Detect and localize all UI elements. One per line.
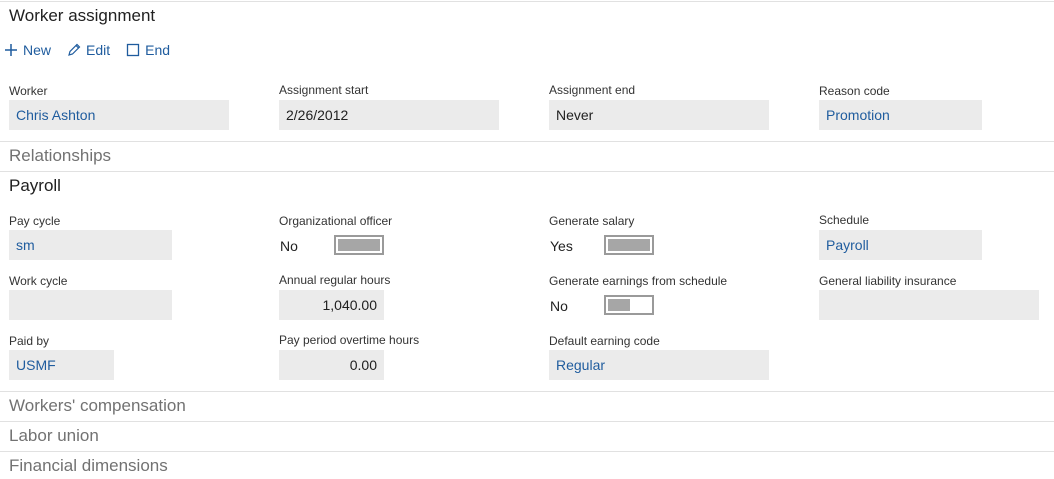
reason-code-field[interactable]: Promotion (819, 100, 982, 130)
toggle-knob (338, 239, 380, 251)
default-earning-code-field[interactable]: Regular (549, 350, 769, 380)
generate-salary-toggle[interactable] (604, 235, 654, 255)
paid-by-label: Paid by (9, 334, 50, 348)
worker-field[interactable]: Chris Ashton (9, 100, 229, 130)
schedule-field[interactable]: Payroll (819, 230, 982, 260)
divider (0, 171, 1054, 172)
toggle-knob (608, 299, 630, 311)
section-relationships[interactable]: Relationships (9, 146, 111, 166)
organizational-officer-label: Organizational officer (279, 214, 393, 228)
general-liability-insurance-field[interactable] (819, 290, 1039, 320)
generate-salary-label: Generate salary (549, 214, 635, 228)
paid-by-field[interactable]: USMF (9, 350, 114, 380)
plus-icon (4, 43, 18, 57)
assignment-end-label: Assignment end (549, 83, 636, 97)
edit-button[interactable]: Edit (67, 42, 110, 58)
divider (0, 451, 1054, 452)
generate-earnings-value: No (550, 298, 568, 314)
new-button[interactable]: New (4, 42, 51, 58)
overtime-hours-field[interactable]: 0.00 (279, 350, 384, 380)
work-cycle-field[interactable] (9, 290, 172, 320)
square-icon (126, 43, 140, 57)
generate-salary-value: Yes (550, 238, 573, 254)
organizational-officer-value: No (280, 238, 298, 254)
edit-button-label: Edit (86, 42, 111, 58)
worker-label: Worker (9, 84, 48, 98)
pay-cycle-field[interactable]: sm (9, 230, 172, 260)
new-button-label: New (23, 42, 52, 58)
generate-earnings-toggle[interactable] (604, 295, 654, 315)
divider (0, 391, 1054, 392)
pencil-icon (67, 43, 81, 57)
action-toolbar: New Edit End (4, 42, 170, 58)
annual-regular-hours-label: Annual regular hours (279, 273, 391, 287)
toggle-knob (608, 239, 650, 251)
reason-code-label: Reason code (819, 84, 890, 98)
generate-earnings-label: Generate earnings from schedule (549, 274, 728, 288)
divider (0, 141, 1054, 142)
default-earning-code-label: Default earning code (549, 334, 660, 348)
general-liability-insurance-label: General liability insurance (819, 274, 957, 288)
work-cycle-label: Work cycle (9, 274, 68, 288)
page-title: Worker assignment (9, 6, 156, 25)
schedule-label: Schedule (819, 213, 870, 227)
assignment-end-field[interactable]: Never (549, 100, 769, 130)
divider (0, 421, 1054, 422)
section-labor-union[interactable]: Labor union (9, 426, 99, 446)
section-workers-compensation[interactable]: Workers' compensation (9, 396, 186, 416)
section-financial-dimensions[interactable]: Financial dimensions (9, 456, 168, 476)
organizational-officer-toggle[interactable] (334, 235, 384, 255)
annual-regular-hours-field[interactable]: 1,040.00 (279, 290, 384, 320)
end-button[interactable]: End (126, 42, 170, 58)
end-button-label: End (145, 42, 171, 58)
assignment-start-label: Assignment start (279, 83, 369, 97)
overtime-hours-label: Pay period overtime hours (279, 333, 420, 347)
pay-cycle-label: Pay cycle (9, 214, 61, 228)
section-payroll[interactable]: Payroll (9, 176, 61, 196)
top-divider (0, 1, 1054, 2)
assignment-start-field[interactable]: 2/26/2012 (279, 100, 499, 130)
